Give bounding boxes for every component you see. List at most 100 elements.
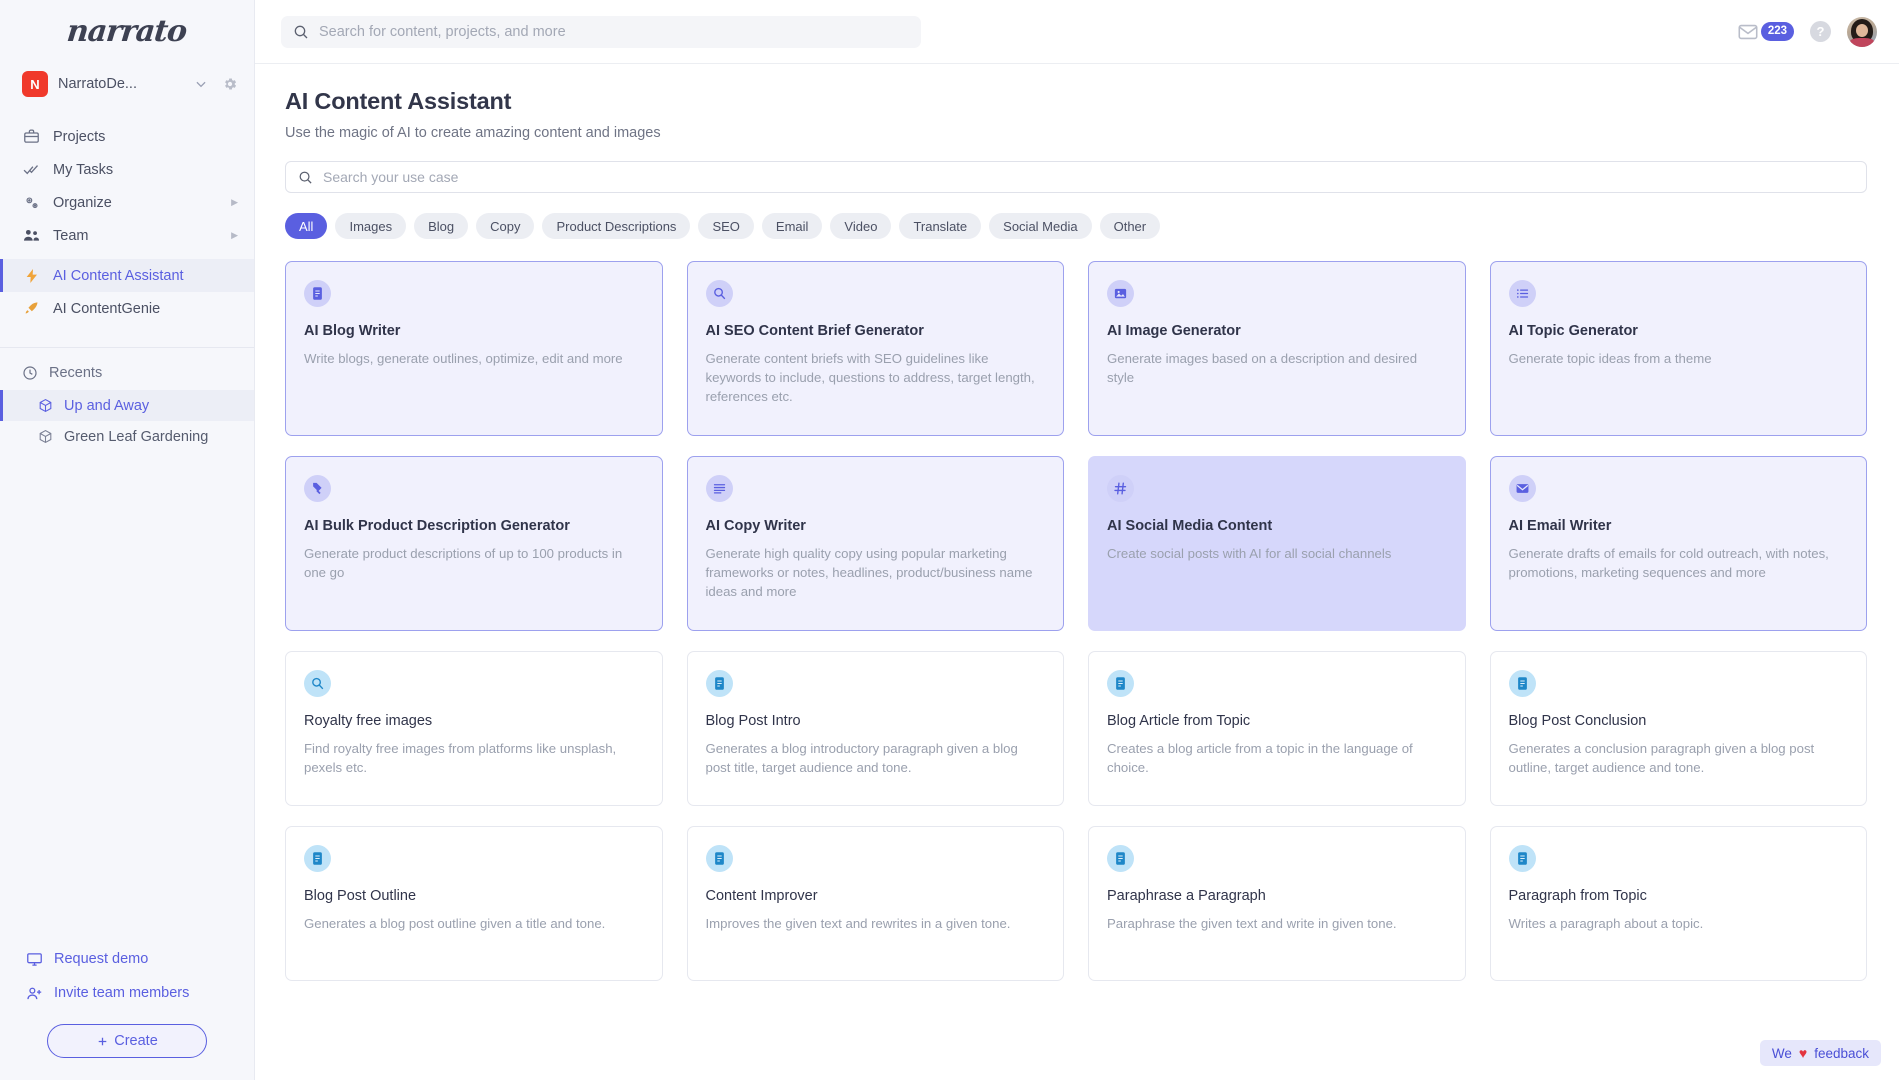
usecase-card-ai-blog-writer[interactable]: AI Blog Writer Write blogs, generate out… [285, 261, 663, 436]
sidebar-item-my-tasks[interactable]: My Tasks [0, 153, 254, 186]
page-content: AI Content Assistant Use the magic of AI… [255, 64, 1899, 1080]
usecase-card-ai-seo-content-brief-generator[interactable]: AI SEO Content Brief Generator Generate … [687, 261, 1065, 436]
usecase-card-desc: Creates a blog article from a topic in t… [1107, 739, 1447, 777]
sidebar-item-team[interactable]: Team ▶ [0, 219, 254, 252]
usecase-card-desc: Generates a blog post outline given a ti… [304, 914, 644, 933]
create-button[interactable]: Create [47, 1024, 207, 1058]
usecase-card-ai-email-writer[interactable]: AI Email Writer Generate drafts of email… [1490, 456, 1868, 631]
sidebar-item-label: Team [53, 228, 219, 244]
sidebar-item-organize[interactable]: Organize ▶ [0, 186, 254, 219]
feedback-button[interactable]: We ♥ feedback [1760, 1040, 1881, 1066]
workspace-name: NarratoDe... [58, 76, 180, 92]
sidebar-item-label: AI ContentGenie [53, 301, 238, 317]
document-lines-icon [1107, 845, 1134, 872]
page-subtitle: Use the magic of AI to create amazing co… [285, 125, 1867, 141]
brand-logo[interactable]: narrato [0, 0, 254, 62]
rocket-icon [22, 300, 41, 317]
usecase-card-title: AI SEO Content Brief Generator [706, 323, 1046, 339]
sidebar-item-ai-contentgenie[interactable]: AI ContentGenie [0, 292, 254, 325]
global-search-input[interactable] [319, 24, 909, 40]
usecase-search[interactable] [285, 161, 1867, 193]
chevron-right-icon[interactable]: ▶ [231, 197, 238, 208]
usecase-card-title: AI Bulk Product Description Generator [304, 518, 644, 534]
sidebar-item-label: Projects [53, 129, 238, 145]
usecase-card-desc: Generate content briefs with SEO guideli… [706, 349, 1046, 406]
usecase-card-title: AI Topic Generator [1509, 323, 1849, 339]
recent-item-label: Green Leaf Gardening [64, 429, 208, 445]
usecase-card-blog-article-from-topic[interactable]: Blog Article from Topic Creates a blog a… [1088, 651, 1466, 806]
gears-icon [22, 194, 41, 212]
lightning-bolt-icon [22, 268, 41, 284]
filter-chip-images[interactable]: Images [335, 213, 406, 239]
usecase-card-blog-post-conclusion[interactable]: Blog Post Conclusion Generates a conclus… [1490, 651, 1868, 806]
sidebar-footer: Request demo Invite team members Create [0, 942, 254, 1080]
filter-chip-social-media[interactable]: Social Media [989, 213, 1091, 239]
filter-chip-copy[interactable]: Copy [476, 213, 534, 239]
usecase-card-paraphrase-a-paragraph[interactable]: Paraphrase a Paragraph Paraphrase the gi… [1088, 826, 1466, 981]
usecase-search-input[interactable] [323, 169, 1854, 185]
usecase-card-ai-bulk-product-description-generator[interactable]: AI Bulk Product Description Generator Ge… [285, 456, 663, 631]
filter-chip-video[interactable]: Video [830, 213, 891, 239]
chevron-right-icon[interactable]: ▶ [231, 230, 238, 241]
usecase-card-ai-topic-generator[interactable]: AI Topic Generator Generate topic ideas … [1490, 261, 1868, 436]
global-search[interactable] [281, 16, 921, 48]
user-avatar[interactable] [1847, 17, 1877, 47]
filter-chip-seo[interactable]: SEO [698, 213, 753, 239]
pen-tag-icon [304, 475, 331, 502]
category-filters: All Images Blog Copy Product Description… [285, 213, 1867, 239]
recent-item-green-leaf-gardening[interactable]: Green Leaf Gardening [0, 421, 254, 452]
usecase-card-title: Paragraph from Topic [1509, 888, 1849, 904]
avatar-face [1856, 24, 1868, 37]
recent-item-up-and-away[interactable]: Up and Away [0, 390, 254, 421]
invite-team-members-label: Invite team members [54, 985, 189, 1001]
recents-label: Recents [49, 365, 102, 381]
messages-button[interactable]: 223 [1737, 21, 1794, 43]
create-button-label: Create [114, 1033, 158, 1049]
sidebar-nav: Projects My Tasks Organize ▶ [0, 120, 254, 325]
nav-spacer [0, 252, 254, 259]
filter-chip-blog[interactable]: Blog [414, 213, 468, 239]
usecase-card-desc: Paraphrase the given text and write in g… [1107, 914, 1447, 933]
usecase-card-blog-post-outline[interactable]: Blog Post Outline Generates a blog post … [285, 826, 663, 981]
usecase-card-ai-social-media-content[interactable]: AI Social Media Content Create social po… [1088, 456, 1466, 631]
question-mark-icon[interactable]: ? [1810, 21, 1831, 42]
usecase-card-desc: Generate high quality copy using popular… [706, 544, 1046, 601]
filter-chip-other[interactable]: Other [1100, 213, 1161, 239]
document-lines-icon [304, 845, 331, 872]
avatar-shirt [1850, 38, 1874, 47]
document-lines-icon [1509, 670, 1536, 697]
document-lines-icon [706, 845, 733, 872]
envelope-icon [1737, 21, 1759, 43]
filter-chip-all[interactable]: All [285, 213, 327, 239]
document-lines-icon [706, 670, 733, 697]
workspace-avatar: N [22, 71, 48, 97]
document-lines-icon [1509, 845, 1536, 872]
sidebar-item-ai-content-assistant[interactable]: AI Content Assistant [0, 259, 254, 292]
usecase-card-blog-post-intro[interactable]: Blog Post Intro Generates a blog introdu… [687, 651, 1065, 806]
usecase-card-title: Royalty free images [304, 713, 644, 729]
filter-chip-product-descriptions[interactable]: Product Descriptions [542, 213, 690, 239]
filter-chip-email[interactable]: Email [762, 213, 823, 239]
cube-icon [38, 398, 53, 413]
page-title: AI Content Assistant [285, 88, 1867, 115]
usecase-card-content-improver[interactable]: Content Improver Improves the given text… [687, 826, 1065, 981]
filter-chip-translate[interactable]: Translate [899, 213, 981, 239]
request-demo-link[interactable]: Request demo [0, 942, 254, 976]
usecase-card-ai-image-generator[interactable]: AI Image Generator Generate images based… [1088, 261, 1466, 436]
user-plus-icon [26, 985, 43, 1002]
usecase-card-ai-copy-writer[interactable]: AI Copy Writer Generate high quality cop… [687, 456, 1065, 631]
hashtag-icon [1107, 475, 1134, 502]
usecase-card-royalty-free-images[interactable]: Royalty free images Find royalty free im… [285, 651, 663, 806]
invite-team-members-link[interactable]: Invite team members [0, 976, 254, 1010]
workspace-switcher[interactable]: N NarratoDe... [0, 62, 254, 106]
lines-icon [706, 475, 733, 502]
sidebar-item-projects[interactable]: Projects [0, 120, 254, 153]
gear-icon[interactable] [222, 76, 238, 92]
sidebar-item-label: My Tasks [53, 162, 238, 178]
usecase-card-paragraph-from-topic[interactable]: Paragraph from Topic Writes a paragraph … [1490, 826, 1868, 981]
usecase-card-desc: Write blogs, generate outlines, optimize… [304, 349, 644, 368]
usecase-card-title: Content Improver [706, 888, 1046, 904]
chevron-down-icon[interactable] [190, 77, 212, 91]
usecase-card-desc: Improves the given text and rewrites in … [706, 914, 1046, 933]
usecase-card-desc: Generates a blog introductory paragraph … [706, 739, 1046, 777]
